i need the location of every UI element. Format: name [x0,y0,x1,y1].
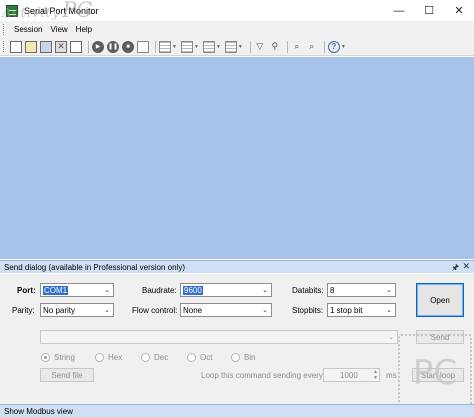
status-bar: Show Modbus view [0,404,474,417]
flow-control-select[interactable]: None ⌄ [180,303,272,317]
window-controls: — ☐ ✕ [384,0,474,21]
show-modbus-view[interactable]: Show Modbus view [4,407,73,416]
radio-dot [41,353,50,362]
save-icon[interactable] [40,40,52,53]
flow-control-label: Flow control: [132,306,178,315]
view-icon[interactable] [137,40,149,53]
chevron-down-icon: ⌄ [262,307,268,314]
loop-interval-value: 1000 [340,370,358,380]
stopbits-value: 1 stop bit [330,305,363,315]
start-icon[interactable]: ▶ [92,40,104,53]
port-label: Port: [17,286,36,295]
terminal-view-icon[interactable] [224,40,237,53]
pause-icon[interactable]: ❚❚ [107,40,119,53]
radio-string[interactable]: String [41,353,75,362]
parity-value: No parity [43,305,76,315]
radio-dot [187,353,196,362]
menu-grip-icon [3,24,6,35]
send-dialog: Port: COM1 ⌄ Baudrate: 9600 ⌄ Databits: … [0,274,474,404]
radio-dot [141,353,150,362]
close-button[interactable]: ✕ [444,0,474,21]
chevron-down-icon: ⌄ [104,307,110,314]
parity-select[interactable]: No parity ⌄ [40,303,114,317]
close-icon[interactable]: ✕ [462,261,470,272]
loop-interval-input[interactable]: 1000 ▲ ▼ [323,368,380,382]
send-file-button[interactable]: Send file [40,368,94,382]
flow-control-value: None [183,305,203,315]
chevron-down-icon[interactable]: ▼ [238,44,243,50]
filter-icon[interactable]: ▽ [254,41,266,53]
command-input[interactable]: ⌄ [40,330,398,344]
chevron-down-icon[interactable]: ▼ [172,44,177,50]
toolbar-separator [286,40,288,53]
minimize-button[interactable]: — [384,0,414,21]
radio-string-label: String [54,353,75,362]
chevron-down-icon: ⌄ [104,287,110,294]
line-view-icon[interactable] [202,40,215,53]
send-dialog-title: Send dialog (available in Professional v… [4,262,185,272]
title-bar: Serial Port Monitor ActivityPC — ☐ ✕ [0,0,474,22]
radio-oct-label: Oct [200,353,213,362]
copy-icon[interactable] [70,40,82,53]
port-value: COM1 [43,285,69,295]
baudrate-select[interactable]: 9600 ⌄ [180,283,272,297]
chevron-down-icon[interactable]: ▼ [194,44,199,50]
toolbar-separator [323,40,325,53]
port-select[interactable]: COM1 ⌄ [40,283,114,297]
toolbar: ✕ ▶ ❚❚ ■ ▼ ▼ ▼ ▼ ▽ ⚲ ⌕ ⌕ ? ▼ [0,38,474,56]
radio-oct[interactable]: Oct [187,353,212,362]
chevron-down-icon: ⌄ [388,334,394,341]
radio-bin-label: Bin [244,353,256,362]
radio-hex[interactable]: Hex [95,353,122,362]
spin-arrows-icon[interactable]: ▲ ▼ [373,369,378,381]
filter-settings-icon[interactable]: ⚲ [269,41,281,53]
toolbar-separator [155,40,156,53]
databits-select[interactable]: 8 ⌄ [327,283,396,297]
parity-label: Parity: [12,306,35,315]
toolbar-grip-icon [3,41,6,52]
menu-session[interactable]: Session [14,25,42,34]
radio-bin[interactable]: Bin [231,353,256,362]
radio-dot [231,353,240,362]
chevron-down-icon: ⌄ [386,307,392,314]
databits-value: 8 [330,285,335,295]
radio-dec-label: Dec [154,353,169,362]
loop-unit: ms [386,371,397,380]
databits-label: Databits: [292,286,324,295]
dump-view-icon[interactable] [180,40,193,53]
toolbar-separator [249,40,251,53]
stop-icon[interactable]: ■ [122,40,134,53]
menu-bar: Session View Help [0,21,474,38]
chevron-down-icon: ⌄ [262,287,268,294]
baudrate-label: Baudrate: [142,286,177,295]
loop-label: Loop this command sending every [201,371,323,380]
radio-dec[interactable]: Dec [141,353,168,362]
baudrate-value: 9600 [183,285,203,295]
app-icon [6,4,18,17]
find-next-icon[interactable]: ⌕ [306,41,318,53]
maximize-button[interactable]: ☐ [414,0,444,21]
toolbar-separator [88,40,89,53]
send-dialog-header: Send dialog (available in Professional v… [0,260,474,273]
stopbits-label: Stopbits: [292,306,324,315]
monitor-area[interactable] [0,57,474,259]
start-loop-button[interactable]: Start loop [412,368,464,382]
window-title: Serial Port Monitor [24,5,99,16]
new-session-icon[interactable] [10,40,22,53]
menu-view[interactable]: View [50,25,67,34]
table-view-icon[interactable] [159,40,171,53]
menu-help[interactable]: Help [76,25,92,34]
close-session-icon[interactable]: ✕ [55,40,67,53]
send-button[interactable]: Send [416,330,464,344]
radio-dot [95,353,104,362]
open-session-icon[interactable] [25,40,37,53]
radio-hex-label: Hex [108,353,123,362]
search-icon[interactable]: ⌕ [291,41,303,53]
chevron-down-icon: ⌄ [386,287,392,294]
open-button[interactable]: Open [416,283,464,317]
chevron-down-icon[interactable]: ▼ [216,44,221,50]
help-icon[interactable]: ? [327,40,340,53]
chevron-down-icon[interactable]: ▼ [341,44,346,50]
stopbits-select[interactable]: 1 stop bit ⌄ [327,303,396,317]
